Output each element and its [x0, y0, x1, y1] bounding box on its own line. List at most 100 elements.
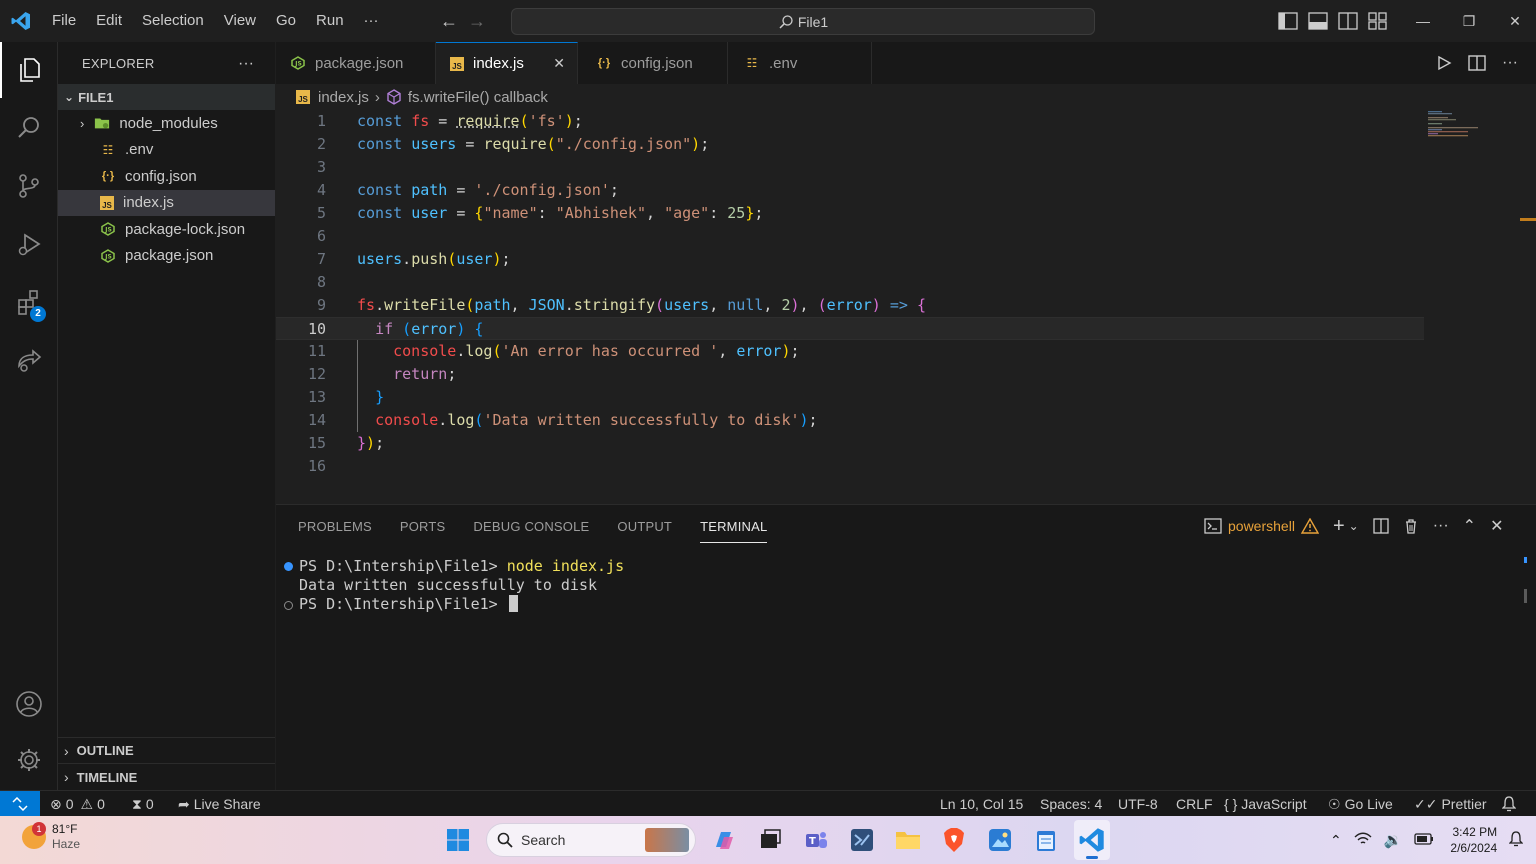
vscode-taskbar-icon[interactable] [1074, 820, 1110, 860]
breadcrumb-symbol[interactable]: fs.writeFile() callback [408, 89, 548, 106]
brave-browser-icon[interactable] [936, 820, 972, 860]
panel-more-icon[interactable]: ··· [1433, 517, 1449, 535]
visual-studio-icon[interactable] [844, 820, 880, 860]
npm-icon: JS [100, 248, 116, 264]
terminal-scrollbar[interactable] [1524, 589, 1527, 603]
maximize-panel-icon[interactable]: ⌃ [1463, 516, 1476, 536]
toggle-primary-sidebar-icon[interactable] [1278, 12, 1298, 30]
folder-header[interactable]: ⌄ FILE1 [58, 84, 275, 110]
tab-package-json[interactable]: JS package.json [276, 42, 436, 84]
close-panel-icon[interactable]: ✕ [1490, 516, 1503, 536]
search-icon [497, 832, 513, 848]
eol-status[interactable]: CRLF [1176, 791, 1213, 817]
breadcrumb-file[interactable]: index.js [318, 89, 369, 106]
outline-section[interactable]: › OUTLINE [58, 737, 275, 763]
tree-item-env[interactable]: ☷ .env [58, 137, 275, 164]
cursor-position[interactable]: Ln 10, Col 15 [940, 791, 1023, 817]
tab-env[interactable]: ☷ .env [728, 42, 872, 84]
explorer-icon[interactable] [0, 42, 58, 98]
terminal-shell-selector[interactable]: powershell [1204, 518, 1319, 534]
close-window-button[interactable]: ✕ [1492, 0, 1536, 42]
trash-icon[interactable] [1403, 518, 1419, 534]
live-share-status[interactable]: ➦ Live Share [178, 791, 261, 817]
language-mode[interactable]: { } JavaScript [1224, 791, 1307, 817]
minimize-button[interactable]: — [1400, 0, 1446, 42]
remote-indicator-icon[interactable] [0, 791, 40, 817]
search-view-icon[interactable] [0, 100, 58, 156]
notification-bell-icon[interactable] [1508, 830, 1524, 850]
split-editor-icon[interactable] [1468, 55, 1486, 71]
tab-index-js[interactable]: JS index.js ✕ [436, 42, 578, 84]
code-editor[interactable]: 1 const fs = require('fs'); 2 const users … [276, 110, 1536, 504]
split-terminal-icon[interactable] [1373, 518, 1389, 534]
battery-icon[interactable] [1414, 832, 1434, 848]
tree-item-index-js[interactable]: JS index.js [58, 189, 275, 216]
toggle-secondary-sidebar-icon[interactable] [1338, 12, 1358, 30]
extensions-icon[interactable]: 2 [0, 274, 58, 330]
start-windows-icon[interactable] [440, 820, 476, 860]
tab-ports[interactable]: PORTS [400, 505, 446, 547]
tree-item-config-json[interactable]: {·} config.json [58, 163, 275, 190]
go-live-button[interactable]: ☉ Go Live [1328, 791, 1393, 817]
tree-item-package-json[interactable]: JS package.json [58, 243, 275, 270]
ports-status[interactable]: ⧗ 0 [132, 791, 154, 817]
settings-gear-icon[interactable] [0, 732, 58, 788]
task-view-icon[interactable] [752, 820, 788, 860]
tab-output[interactable]: OUTPUT [617, 505, 672, 547]
wifi-icon[interactable] [1354, 832, 1372, 849]
js-icon: JS [450, 56, 464, 71]
tab-config-json[interactable]: {·} config.json [578, 42, 728, 84]
forward-arrow-icon[interactable]: → [468, 11, 486, 32]
run-debug-icon[interactable] [0, 216, 58, 272]
tab-terminal[interactable]: TERMINAL [700, 505, 768, 547]
menu-run[interactable]: Run [306, 0, 354, 42]
live-share-icon[interactable] [0, 332, 58, 388]
indentation-status[interactable]: Spaces: 4 [1040, 791, 1102, 817]
photos-app-icon[interactable] [982, 820, 1018, 860]
taskbar-search[interactable]: Search [486, 823, 696, 857]
toggle-panel-icon[interactable] [1308, 12, 1328, 30]
menu-edit[interactable]: Edit [86, 0, 132, 42]
explorer-more-icon[interactable]: ··· [238, 55, 254, 73]
command-center[interactable]: File1 [511, 8, 1095, 35]
run-file-icon[interactable] [1436, 55, 1452, 71]
clock[interactable]: 3:42 PM 2/6/2024 [1450, 824, 1497, 856]
close-icon[interactable]: ✕ [553, 55, 565, 72]
teams-icon[interactable]: T [798, 820, 834, 860]
tree-item-package-lock-json[interactable]: JS package-lock.json [58, 216, 275, 243]
notifications-bell-icon[interactable] [1502, 791, 1516, 817]
tree-item-label: .env [125, 141, 154, 159]
volume-icon[interactable]: 🔉 [1384, 831, 1403, 849]
minimap[interactable] [1426, 110, 1506, 140]
menu-go[interactable]: Go [266, 0, 306, 42]
menu-view[interactable]: View [214, 0, 266, 42]
back-arrow-icon[interactable]: ← [440, 11, 458, 32]
new-terminal-icon[interactable]: + [1333, 515, 1345, 538]
chevron-down-icon[interactable]: ⌄ [1349, 519, 1359, 533]
restore-button[interactable]: ❐ [1446, 0, 1492, 42]
editor-more-icon[interactable]: ··· [1502, 54, 1518, 72]
taskbar-search-label: Search [521, 832, 566, 848]
menu-selection[interactable]: Selection [132, 0, 214, 42]
prettier-status[interactable]: ✓✓ Prettier [1414, 791, 1487, 817]
tab-debug-console[interactable]: DEBUG CONSOLE [473, 505, 589, 547]
customize-layout-icon[interactable] [1368, 12, 1388, 30]
menu-file[interactable]: File [42, 0, 86, 42]
problems-status[interactable]: ⊗ 0 ⚠ 0 [50, 791, 105, 817]
accounts-icon[interactable] [0, 676, 58, 732]
line-number: 13 [307, 388, 326, 406]
chevron-up-icon[interactable]: ⌃ [1330, 832, 1342, 849]
tree-item-node-modules[interactable]: › node_modules [58, 110, 275, 137]
svg-text:JS: JS [294, 61, 302, 68]
tab-problems[interactable]: PROBLEMS [298, 505, 372, 547]
source-control-icon[interactable] [0, 158, 58, 214]
weather-widget[interactable]: 1 81°F Haze [22, 822, 80, 852]
notepad-icon[interactable] [1028, 820, 1064, 860]
copilot-icon[interactable] [706, 820, 742, 860]
command-success-dot[interactable] [284, 562, 293, 571]
file-explorer-icon[interactable] [890, 820, 926, 860]
timeline-section[interactable]: › TIMELINE [58, 763, 275, 790]
menu-more[interactable]: ··· [354, 0, 389, 42]
encoding-status[interactable]: UTF-8 [1118, 791, 1158, 817]
command-pending-dot[interactable] [284, 601, 293, 610]
